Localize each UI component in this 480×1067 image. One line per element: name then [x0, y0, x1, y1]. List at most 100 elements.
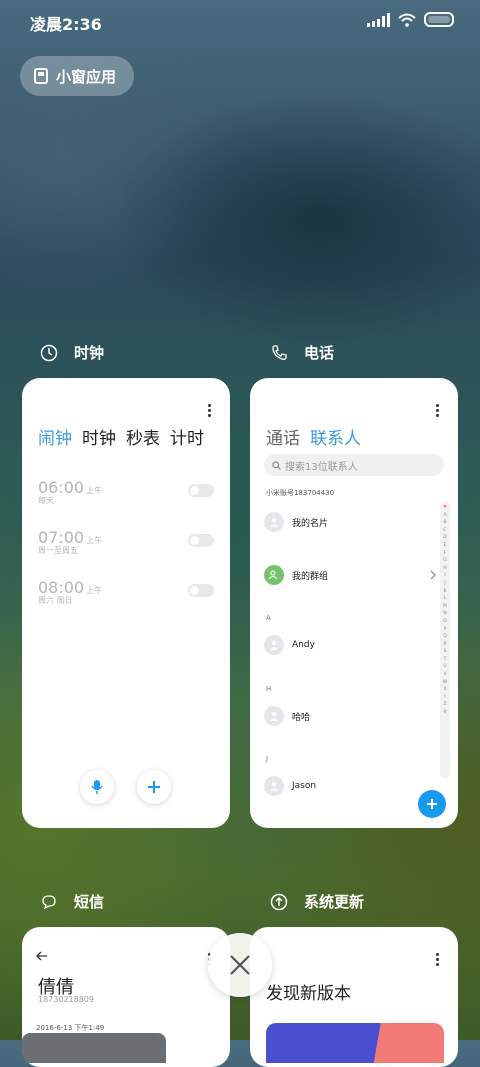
phone-title: 电话 [304, 344, 335, 362]
person-icon [270, 640, 278, 650]
status-time: 凌晨2:36 [30, 15, 102, 34]
status-bar: 凌晨2:36 [0, 0, 480, 40]
phone-icon [272, 344, 287, 360]
index-letter[interactable]: A [440, 512, 450, 520]
index-letter[interactable]: M [440, 603, 450, 611]
phone-tabs: 通话 联系人 [266, 424, 361, 449]
person-icon [270, 517, 278, 527]
contact-item[interactable]: 我的名片 [264, 512, 328, 532]
clock-icon [40, 344, 58, 361]
alphabet-index[interactable]: ♥ A B C D E F G H I J K L M N O P Q R S T U V W X Y Z # [440, 502, 450, 778]
clear-all-button[interactable] [208, 933, 272, 997]
alarm-toggle[interactable] [188, 484, 214, 497]
index-letter[interactable]: J [440, 580, 450, 588]
more-icon[interactable] [208, 404, 212, 419]
tab-stopwatch[interactable]: 秒表 [126, 424, 160, 449]
floating-window-button[interactable]: 小窗应用 [20, 56, 135, 96]
search-placeholder: 搜索13位联系人 [285, 461, 358, 473]
index-letter[interactable]: Y [440, 694, 450, 702]
avatar [264, 512, 284, 532]
search-icon [272, 460, 281, 470]
contact-item[interactable]: Jason [264, 776, 316, 796]
back-arrow-icon[interactable] [36, 951, 48, 961]
add-alarm-button[interactable] [137, 770, 171, 804]
account-label: 小米账号183704430 [266, 489, 335, 497]
contact-name: Jason [292, 781, 317, 791]
index-letter[interactable]: ♥ [440, 504, 450, 512]
phone-card-title: 电话 [270, 342, 334, 363]
alarm-item[interactable]: 06:00 上午 每天 [38, 478, 214, 518]
index-letter[interactable]: O [440, 618, 450, 626]
update-title: 系统更新 [304, 893, 365, 911]
add-contact-button[interactable] [418, 790, 446, 818]
index-letter[interactable]: Z [440, 701, 450, 709]
index-letter[interactable]: K [440, 588, 450, 596]
index-letter[interactable]: S [440, 648, 450, 656]
small-window-icon [34, 68, 48, 84]
clock-title: 时钟 [74, 344, 105, 362]
update-heading: 发现新版本 [266, 984, 351, 1004]
avatar [264, 706, 284, 726]
person-icon [270, 781, 278, 791]
avatar [264, 776, 284, 796]
index-letter[interactable]: Q [440, 633, 450, 641]
alarm-item[interactable]: 07:00 上午 周一至周五 [38, 528, 214, 568]
more-icon[interactable] [436, 404, 440, 419]
contact-name: Andy [292, 640, 315, 650]
index-letter[interactable]: U [440, 663, 450, 671]
index-letter[interactable]: L [440, 595, 450, 603]
status-icons [367, 12, 454, 27]
contact-search-input[interactable]: 搜索13位联系人 [264, 454, 444, 476]
index-letter[interactable]: I [440, 572, 450, 580]
index-letter[interactable]: F [440, 550, 450, 558]
tab-calls[interactable]: 通话 [266, 424, 300, 449]
alarm-ampm: 上午 [86, 586, 103, 595]
update-app-card[interactable]: 发现新版本 [250, 927, 458, 1067]
contact-name: 哈哈 [292, 712, 311, 723]
alarm-toggle[interactable] [188, 584, 214, 597]
alarm-repeat: 周六 周日 [38, 596, 73, 605]
section-letter: H [266, 685, 272, 693]
section-letter: A [266, 614, 271, 622]
close-icon [230, 955, 250, 975]
plus-icon [148, 781, 160, 793]
index-letter[interactable]: P [440, 626, 450, 634]
tab-alarm[interactable]: 闹钟 [38, 424, 72, 449]
index-letter[interactable]: V [440, 671, 450, 679]
avatar [264, 635, 284, 655]
sms-app-card[interactable]: 倩倩 18730218809 2016-6-13 下午1:49 [22, 927, 230, 1067]
index-letter[interactable]: B [440, 519, 450, 527]
floating-window-label: 小窗应用 [56, 67, 117, 86]
voice-alarm-button[interactable] [80, 770, 114, 804]
contact-item[interactable]: 哈哈 [264, 706, 310, 726]
index-letter[interactable]: R [440, 641, 450, 649]
phone-app-card[interactable]: 通话 联系人 搜索13位联系人 小米账号183704430 我的名片 我的群组 … [250, 378, 458, 828]
contact-item[interactable]: Andy [264, 635, 315, 655]
index-letter[interactable]: D [440, 534, 450, 542]
index-letter[interactable]: # [440, 709, 450, 717]
chevron-right-icon [430, 570, 436, 580]
sms-card-title: 短信 [40, 891, 104, 912]
index-letter[interactable]: E [440, 542, 450, 550]
avatar [264, 565, 284, 585]
contact-group-item[interactable]: 我的群组 [264, 565, 436, 585]
index-letter[interactable]: C [440, 527, 450, 535]
index-letter[interactable]: X [440, 686, 450, 694]
index-letter[interactable]: N [440, 610, 450, 618]
alarm-item[interactable]: 08:00 上午 周六 周日 [38, 578, 214, 618]
index-letter[interactable]: H [440, 565, 450, 573]
wifi-icon [398, 13, 416, 27]
signal-icon [367, 12, 390, 27]
clock-app-card[interactable]: 闹钟 时钟 秒表 计时 06:00 上午 每天 07:00 上午 周一至周五 08:… [22, 378, 230, 828]
alarm-ampm: 上午 [86, 536, 103, 545]
index-letter[interactable]: T [440, 656, 450, 664]
index-letter[interactable]: G [440, 557, 450, 565]
tab-contacts[interactable]: 联系人 [310, 424, 361, 449]
contact-name: 我的名片 [292, 518, 329, 529]
tab-timer[interactable]: 计时 [170, 424, 204, 449]
tab-clock[interactable]: 时钟 [82, 424, 116, 449]
plus-icon [427, 799, 437, 809]
index-letter[interactable]: W [440, 679, 450, 687]
more-icon[interactable] [436, 953, 440, 968]
alarm-toggle[interactable] [188, 534, 214, 547]
